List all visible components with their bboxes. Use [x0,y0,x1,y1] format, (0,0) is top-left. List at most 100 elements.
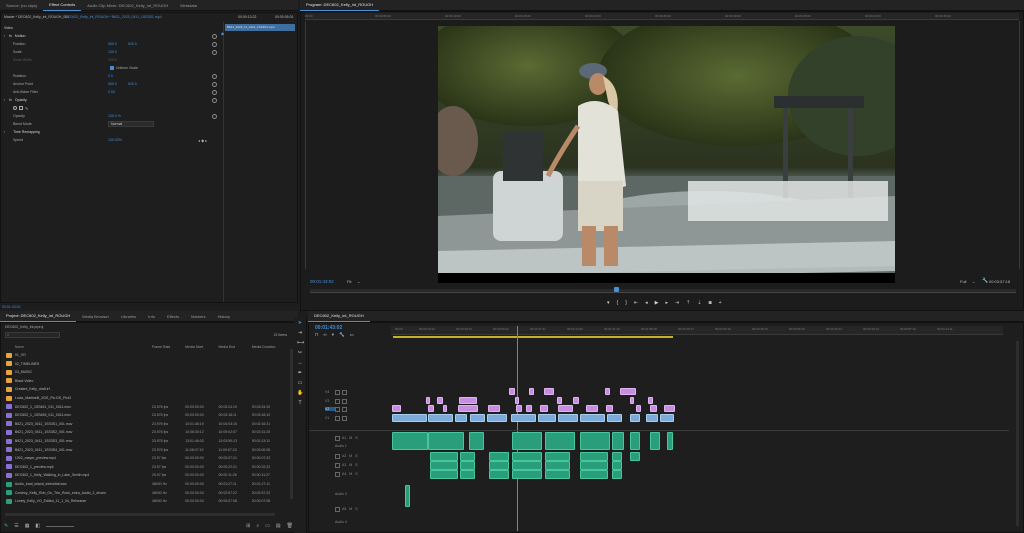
v1-lock-icon[interactable] [335,415,340,421]
fit-dropdown[interactable]: Fit [347,279,351,284]
video-clip[interactable] [664,405,675,412]
video-clip[interactable] [544,388,554,395]
video-clip[interactable] [488,405,500,412]
a1-solo-icon[interactable]: S [355,436,357,440]
ripple-edit-icon[interactable]: ⟷ [297,340,304,346]
project-vscrollbar[interactable] [290,349,293,499]
col-media-duration[interactable]: Media Duration [252,345,285,349]
col-frame-rate[interactable]: Frame Rate [152,345,185,349]
list-item[interactable]: B621_2023_0411_1SS3S4_001.mov 23.976 fps 1… [4,446,285,454]
audio-clip[interactable] [430,461,458,470]
video-clip[interactable] [648,397,653,404]
audio-clip[interactable] [460,452,475,461]
list-item[interactable]: Created_Kelly_draft.lrf [4,385,285,393]
v2-eye-icon[interactable] [342,406,347,412]
scale-value[interactable]: 100.0 [108,50,117,54]
video-clip[interactable] [606,405,613,412]
video-clip[interactable] [392,414,427,422]
ellipse-mask-icon[interactable] [13,106,17,110]
timeline-playhead[interactable] [517,326,518,531]
audio-clip[interactable] [512,470,542,479]
audio-clip[interactable] [545,470,570,479]
tab-effect-controls[interactable]: Effect Controls [43,0,82,11]
video-clip[interactable] [516,405,522,412]
motion-row[interactable]: › fx Motion [1,32,297,40]
razor-tool-icon[interactable]: ✂ [297,350,303,356]
blend-mode-select[interactable]: Normal [108,121,154,127]
v4-lock-icon[interactable] [335,389,340,395]
time-remap-row[interactable]: › Time Remapping [1,128,297,136]
audio-clip[interactable] [460,461,475,470]
tab-project[interactable]: Project: DEC602_Kelly_int_ROUGH [0,311,77,322]
captions-icon[interactable]: ▭ [350,332,354,338]
audio-clip[interactable] [545,461,570,470]
track-label-v2[interactable]: V2 [325,407,335,411]
snap-icon[interactable]: ⊓ [315,332,319,338]
video-clip[interactable] [573,397,579,404]
video-frame[interactable] [438,26,895,283]
pen-mask-icon[interactable]: ✎ [25,106,28,111]
list-item[interactable]: DEC602_1_preview.mp4 23.97 fps 00:00:00:00… [4,463,285,471]
list-item[interactable]: 03_MUSIC [4,368,285,376]
video-clip[interactable] [557,397,562,404]
audio-clip[interactable] [612,452,622,461]
tab-markers[interactable]: Markers [185,314,211,319]
audio-clip[interactable] [430,470,458,479]
a5-mute-icon[interactable]: M [349,507,352,511]
quality-chevron-icon[interactable]: ⌄ [972,279,975,284]
step-forward-icon[interactable]: ▸ [665,300,668,306]
a4-mute-icon[interactable]: M [349,472,352,476]
a2-lock-icon[interactable] [335,453,340,459]
video-clip[interactable] [529,388,534,395]
v3-lock-icon[interactable] [335,398,340,404]
audio-clip[interactable] [580,461,608,470]
audio-clip[interactable] [612,461,622,470]
video-clip[interactable] [437,397,443,404]
automate-icon[interactable]: ⊞ [246,523,250,529]
pen-tool-icon[interactable]: ✒ [297,370,303,376]
master-clip-label[interactable]: Master * DEC602_Kelly_int_ROUGH_001 [4,15,69,19]
position-x-value[interactable]: 960.0 [108,42,128,46]
hand-tool-icon[interactable]: ✋ [297,390,303,396]
anchor-y-value[interactable]: 540.0 [128,82,148,86]
program-ruler[interactable]: 00:00 00:00:05:00 00:00:10:00 00:00:15:0… [305,13,1019,20]
opacity-value[interactable]: 100.0 % [108,114,121,118]
audio-clip[interactable] [612,470,622,479]
fit-chevron-icon[interactable]: ⌄ [357,279,360,284]
new-bin-icon[interactable]: ▭ [265,523,270,529]
tab-info[interactable]: Info [142,314,161,319]
position-reset-icon[interactable] [212,41,217,47]
list-item[interactable]: 1002_mayer_preview.mp4 23.97 fps 00:00:00:… [4,454,285,462]
work-area-bar[interactable] [393,336,673,338]
scale-reset-icon[interactable] [212,49,217,55]
video-clip[interactable] [459,397,477,404]
video-clip[interactable] [558,405,573,412]
video-clip[interactable] [636,405,641,412]
video-clip[interactable] [526,405,532,412]
speed-value[interactable]: 100.00% [108,138,198,142]
pencil-icon[interactable]: ✎ [4,523,8,529]
mark-in-icon[interactable]: { [617,300,619,306]
audio-clip[interactable] [392,432,428,450]
video-clip[interactable] [580,414,605,422]
anti-flicker-value[interactable]: 0.00 [108,90,115,94]
play-icon[interactable]: ▶ [655,300,659,306]
video-clip[interactable] [630,414,640,422]
list-item[interactable]: Lucia_Martinelli_XDS_Pic-DS_Pict3 [4,394,285,402]
trash-icon[interactable]: 🗑 [287,523,293,529]
timeline-timecode[interactable]: 00:01:43:02 [315,325,342,331]
tab-source[interactable]: Source: (no clips) [0,3,43,8]
list-item[interactable]: B621_2023_0411_1SS3S1_001.mov 23.976 fps 1… [4,420,285,428]
selection-tool-icon[interactable]: ➤ [297,320,303,326]
anti-flicker-reset-icon[interactable] [212,89,217,95]
a2-solo-icon[interactable]: S [355,454,357,458]
a2-mute-icon[interactable]: M [349,454,352,458]
tab-effects[interactable]: Effects [161,314,185,319]
timeline-ruler[interactable]: 00:00 00:00:16:23 00:00:33:23 00:00:50:2… [391,326,1003,335]
v1-eye-icon[interactable] [342,415,347,421]
audio-clip[interactable] [489,461,509,470]
audio-clip[interactable] [489,452,509,461]
audio-clip[interactable] [512,461,542,470]
video-clip[interactable] [586,405,598,412]
export-frame-icon[interactable]: ◙ [709,300,712,306]
